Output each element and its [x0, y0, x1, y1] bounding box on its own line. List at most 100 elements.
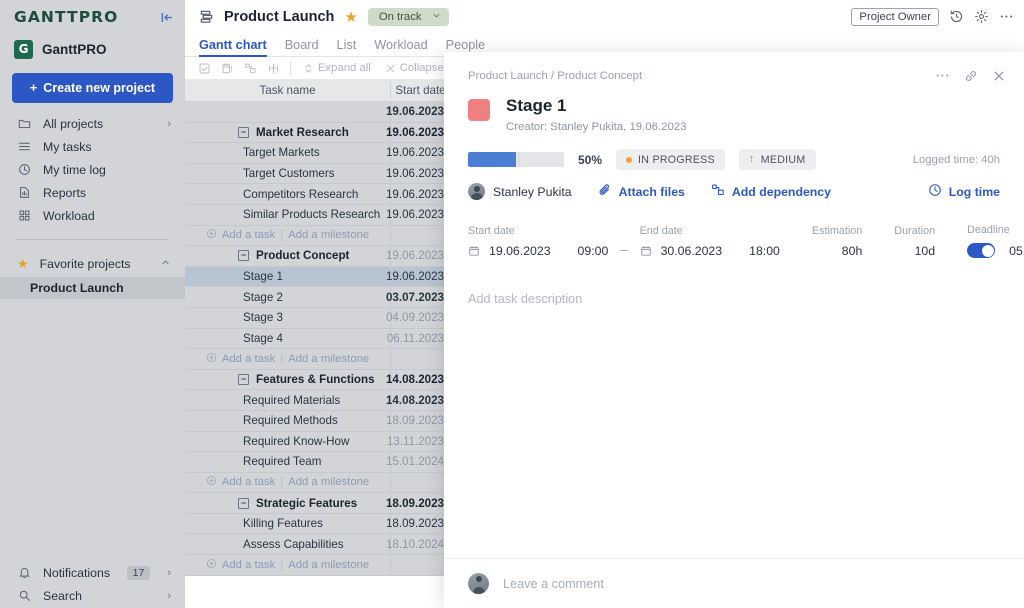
add-a-task-link[interactable]: Add a task — [222, 353, 275, 365]
progress-slider[interactable] — [468, 152, 564, 167]
history-icon[interactable] — [949, 9, 964, 24]
task-name-cell[interactable]: Target Customers — [185, 164, 390, 184]
estimation-field[interactable]: Estimation 80h — [812, 225, 862, 258]
task-start-date[interactable]: 18.09.2023 — [386, 493, 450, 513]
task-name-cell[interactable]: Stage 4 — [185, 329, 390, 349]
task-start-date[interactable]: 19.06.2023 — [386, 102, 450, 122]
task-start-date[interactable]: 19.06.2023 — [386, 266, 450, 287]
task-start-date[interactable]: 14.08.2023 — [386, 369, 450, 390]
tab-list[interactable]: List — [337, 38, 357, 56]
end-date-field[interactable]: End date 30.06.2023 18:00 — [640, 225, 780, 258]
link-icon[interactable] — [964, 69, 978, 83]
task-name-cell[interactable]: Competitors Research — [185, 184, 390, 204]
tab-gantt-chart[interactable]: Gantt chart — [199, 38, 267, 57]
task-name-cell[interactable]: Required Know-How — [185, 432, 390, 452]
task-name-cell[interactable]: − Features & Functions — [185, 370, 390, 390]
start-time-value[interactable]: 09:00 — [578, 244, 609, 258]
star-icon[interactable]: ★ — [344, 8, 357, 26]
progress-handle[interactable] — [518, 152, 520, 167]
task-start-date[interactable]: 13.11.2023 — [387, 431, 450, 452]
tab-workload[interactable]: Workload — [374, 38, 427, 56]
priority-badge[interactable]: ↑ MEDIUM — [738, 149, 816, 170]
comment-input[interactable]: Leave a comment — [503, 577, 604, 591]
deadline-toggle[interactable] — [967, 243, 996, 258]
task-start-date[interactable]: 18.10.2024 — [386, 534, 450, 555]
task-start-date[interactable]: 19.06.2023 — [386, 122, 450, 143]
task-title[interactable]: Stage 1 — [506, 96, 686, 116]
task-start-date[interactable]: 14.08.2023 — [386, 390, 450, 410]
collapse-sidebar-icon[interactable] — [160, 11, 173, 24]
sidebar-account[interactable]: G GanttPRO — [0, 34, 185, 64]
end-date-value[interactable]: 30.06.2023 — [661, 244, 723, 258]
task-name-cell[interactable] — [185, 102, 390, 122]
sidebar-item-my-time-log[interactable]: My time log — [0, 158, 185, 181]
add-a-task-link[interactable]: Add a task — [222, 476, 275, 488]
add-a-milestone-link[interactable]: Add a milestone — [288, 476, 369, 488]
task-start-date[interactable]: 15.01.2024 — [386, 452, 450, 472]
resource-icon[interactable] — [264, 60, 283, 76]
task-start-date[interactable]: 19.06.2023 — [386, 184, 450, 204]
column-header-start-date[interactable]: Start date — [390, 82, 450, 99]
sidebar-favorite-projects[interactable]: ★ Favorite projects — [0, 251, 185, 277]
task-start-date[interactable]: 19.06.2023 — [386, 143, 450, 163]
gear-icon[interactable] — [974, 9, 989, 24]
duration-value[interactable]: 10d — [894, 244, 936, 258]
task-start-date[interactable]: 18.09.2023 — [386, 410, 450, 431]
task-name-cell[interactable]: Killing Features — [185, 514, 390, 534]
log-time-button[interactable]: Log time — [928, 183, 1000, 200]
task-start-date[interactable]: 04.09.2023 — [386, 307, 450, 328]
checkbox-icon[interactable] — [195, 60, 214, 76]
task-name-cell[interactable]: Required Materials — [185, 390, 390, 410]
more-icon[interactable] — [999, 9, 1014, 24]
sidebar-item-reports[interactable]: Reports — [0, 181, 185, 204]
task-color-swatch[interactable] — [468, 99, 490, 121]
task-name-cell[interactable]: − Strategic Features — [185, 493, 390, 513]
add-a-milestone-link[interactable]: Add a milestone — [288, 229, 369, 241]
collapse-toggle-icon[interactable]: − — [238, 497, 249, 509]
duration-field[interactable]: Duration 10d — [894, 225, 935, 258]
project-status-dropdown[interactable]: On track — [367, 7, 449, 26]
add-a-milestone-link[interactable]: Add a milestone — [288, 353, 369, 365]
status-badge[interactable]: IN PROGRESS — [616, 149, 725, 170]
more-icon[interactable] — [935, 68, 950, 83]
sidebar-item-all-projects[interactable]: All projects › — [0, 112, 185, 135]
estimation-value[interactable]: 80h — [812, 244, 863, 258]
task-start-date[interactable]: 06.11.2023 — [387, 328, 450, 349]
add-a-task-link[interactable]: Add a task — [222, 229, 275, 241]
task-name-cell[interactable]: Assess Capabilities — [185, 534, 390, 554]
task-description-input[interactable]: Add task description — [444, 258, 1024, 306]
column-header-task-name[interactable]: Task name — [185, 84, 390, 97]
sidebar-item-notifications[interactable]: Notifications 17 › — [0, 561, 185, 584]
collapse-toggle-icon[interactable]: − — [238, 374, 249, 386]
tab-board[interactable]: Board — [285, 38, 319, 56]
task-name-cell[interactable]: Similar Products Research — [185, 205, 390, 225]
deadline-value[interactable]: 05.07.2023 — [1009, 244, 1024, 258]
project-role-badge[interactable]: Project Owner — [851, 7, 939, 26]
task-name-cell[interactable]: Required Team — [185, 452, 390, 472]
task-start-date[interactable]: 19.06.2023 — [386, 246, 450, 266]
assignee[interactable]: Stanley Pukita — [468, 183, 572, 200]
sidebar-item-my-tasks[interactable]: My tasks — [0, 135, 185, 158]
task-start-date[interactable]: 19.06.2023 — [386, 163, 450, 184]
task-name-cell[interactable]: Required Methods — [185, 411, 390, 431]
create-new-project-button[interactable]: + Create new project — [12, 73, 173, 103]
task-start-date[interactable]: 03.07.2023 — [386, 287, 450, 307]
add-a-task-link[interactable]: Add a task — [222, 559, 275, 571]
sidebar-item-search[interactable]: Search › — [0, 584, 185, 607]
end-time-value[interactable]: 18:00 — [749, 244, 780, 258]
dependency-icon[interactable] — [241, 60, 260, 76]
task-name-cell[interactable]: − Product Concept — [185, 246, 390, 266]
sidebar-item-workload[interactable]: Workload — [0, 204, 185, 227]
close-icon[interactable] — [992, 69, 1006, 83]
task-start-date[interactable]: 19.06.2023 — [386, 204, 450, 225]
calendar-alert-icon[interactable] — [218, 60, 237, 76]
add-dependency-button[interactable]: Add dependency — [711, 183, 831, 200]
start-date-field[interactable]: Start date 19.06.2023 09:00 — [468, 225, 608, 258]
task-name-cell[interactable]: − Market Research — [185, 123, 390, 143]
expand-all-button[interactable]: Expand all — [298, 62, 376, 74]
add-a-milestone-link[interactable]: Add a milestone — [288, 559, 369, 571]
task-name-cell[interactable]: Stage 1 — [185, 267, 390, 287]
task-name-cell[interactable]: Stage 2 — [185, 287, 390, 307]
comment-composer[interactable]: Leave a comment — [444, 558, 1024, 608]
task-start-date[interactable]: 18.09.2023 — [386, 513, 450, 534]
